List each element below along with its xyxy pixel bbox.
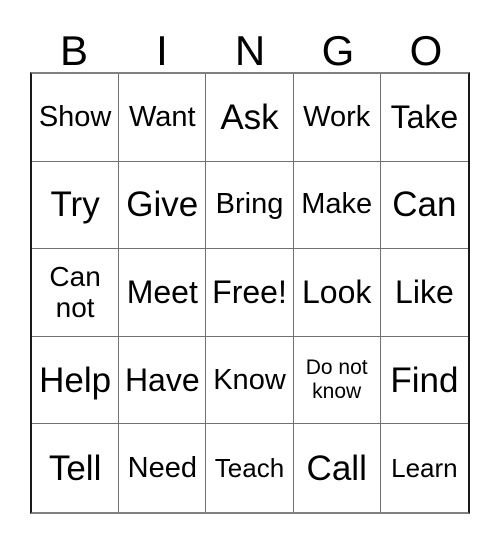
bingo-cell-label: Bring — [215, 188, 284, 221]
bingo-header-o: O — [382, 20, 470, 72]
bingo-header-i: I — [118, 20, 206, 72]
bingo-cell-label: Know — [213, 363, 286, 396]
bingo-cell-label: Can not — [49, 261, 101, 324]
bingo-header-letter: B — [59, 27, 88, 74]
bingo-header-letter: G — [321, 27, 355, 74]
bingo-cell-label: Take — [390, 99, 459, 136]
bingo-cell[interactable]: Want — [119, 74, 207, 162]
bingo-cell-label: Make — [301, 188, 373, 221]
bingo-cell-label: Find — [390, 360, 459, 400]
bingo-cell[interactable]: Ask — [206, 74, 294, 162]
bingo-cell[interactable]: Call — [293, 424, 381, 512]
bingo-cell-label: Learn — [391, 453, 458, 484]
bingo-cell[interactable]: Try — [32, 161, 120, 250]
bingo-header-n: N — [206, 20, 294, 72]
bingo-cell-label: Free! — [212, 274, 287, 311]
bingo-cell-label: Need — [127, 451, 197, 484]
bingo-cell-label: Help — [39, 360, 112, 400]
bingo-cell[interactable]: Can — [380, 161, 468, 250]
bingo-cell-label: Ask — [220, 97, 279, 137]
bingo-header-g: G — [294, 20, 382, 72]
bingo-cell[interactable]: Tell — [32, 424, 120, 512]
bingo-cell-label: Do not know — [305, 356, 368, 404]
bingo-cell-label: Tell — [48, 448, 102, 488]
bingo-cell[interactable]: Meet — [119, 249, 207, 337]
bingo-card: B I N G O Show Want Ask Work Take Try Give Brin… — [0, 0, 500, 544]
bingo-cell[interactable]: Bring — [206, 161, 294, 250]
bingo-cell[interactable]: Help — [32, 336, 120, 425]
bingo-cell[interactable]: Take — [380, 74, 468, 162]
bingo-cell-label: Look — [302, 274, 372, 311]
bingo-header-letter: N — [234, 27, 266, 74]
bingo-cell[interactable]: Have — [119, 336, 207, 425]
bingo-cell[interactable]: Free! — [206, 249, 294, 337]
bingo-cell[interactable]: Make — [293, 161, 381, 250]
bingo-cell-label: Try — [50, 185, 100, 225]
bingo-cell[interactable]: Learn — [380, 424, 468, 512]
bingo-cell-label: Want — [128, 100, 196, 133]
bingo-cell[interactable]: Give — [119, 161, 207, 250]
bingo-header-letter: I — [156, 27, 168, 74]
bingo-cell-label: Show — [38, 100, 112, 133]
bingo-cell[interactable]: Show — [32, 74, 120, 162]
bingo-cell-label: Have — [124, 362, 200, 399]
bingo-cell[interactable]: Know — [206, 336, 294, 425]
bingo-cell-label: Teach — [214, 453, 285, 484]
bingo-cell[interactable]: Do not know — [293, 336, 381, 425]
bingo-header-row: B I N G O — [30, 20, 470, 72]
bingo-cell-label: Give — [126, 185, 199, 225]
bingo-cell[interactable]: Like — [380, 249, 468, 337]
bingo-cell[interactable]: Can not — [32, 249, 120, 337]
bingo-cell[interactable]: Teach — [206, 424, 294, 512]
bingo-cell[interactable]: Find — [380, 336, 468, 425]
bingo-grid: Show Want Ask Work Take Try Give Bring Make Can Ca… — [30, 72, 470, 514]
bingo-cell-label: Can — [392, 185, 457, 225]
bingo-cell-label: Call — [306, 448, 367, 488]
bingo-header-letter: O — [409, 27, 443, 74]
bingo-cell[interactable]: Need — [119, 424, 207, 512]
bingo-header-b: B — [30, 20, 118, 72]
bingo-cell-label: Work — [303, 100, 371, 133]
bingo-cell-label: Like — [395, 274, 454, 311]
bingo-cell[interactable]: Work — [293, 74, 381, 162]
bingo-cell[interactable]: Look — [293, 249, 381, 337]
bingo-cell-label: Meet — [126, 274, 198, 311]
